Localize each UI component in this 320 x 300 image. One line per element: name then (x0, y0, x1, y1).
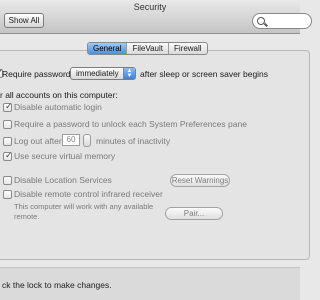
minutes-stepper[interactable] (83, 134, 91, 147)
disable-location-services-checkbox[interactable] (3, 176, 12, 185)
tab-general[interactable]: General (88, 43, 128, 54)
disable-auto-login-checkbox[interactable] (3, 101, 13, 112)
disable-remote-control-checkbox[interactable] (3, 190, 12, 199)
require-password-popup[interactable]: immediately ▲ ▼ (70, 67, 136, 80)
secure-virtual-memory-checkbox[interactable] (3, 150, 13, 161)
tab-bar: General FileVault Firewall (87, 42, 208, 55)
require-password-label: Require password (2, 69, 71, 79)
tab-filevault[interactable]: FileVault (127, 43, 169, 54)
log-out-minutes-field[interactable]: 60 (62, 134, 80, 146)
show-all-button[interactable]: Show All (4, 13, 44, 28)
tab-firewall[interactable]: Firewall (169, 43, 207, 54)
require-pane-password-label: Require a password to unlock each System… (14, 119, 247, 129)
popup-arrows-icon: ▲ ▼ (123, 68, 135, 79)
reset-warnings-button[interactable]: Reset Warnings (170, 174, 230, 187)
disable-location-services-label: Disable Location Services (14, 175, 112, 185)
log-out-after-suffix: minutes of inactivity (96, 136, 171, 146)
log-out-after-checkbox[interactable] (3, 137, 12, 146)
window-titlebar: Security Show All (0, 0, 312, 34)
require-password-suffix: after sleep or screen saver begins (140, 69, 269, 79)
lock-hint: ck the lock to make changes. (2, 280, 112, 290)
require-password-value: immediately (76, 69, 119, 78)
remote-note-line1: This computer will work with any availab… (14, 202, 154, 211)
all-accounts-header: r all accounts on this computer: (0, 90, 118, 100)
pair-button[interactable]: Pair... (165, 207, 223, 220)
preferences-content: General FileVault Firewall Require passw… (0, 35, 310, 266)
secure-virtual-memory-label: Use secure virtual memory (14, 151, 116, 161)
disable-auto-login-label: Disable automatic login (14, 102, 102, 112)
search-field[interactable] (252, 13, 312, 29)
window-title: Security (133, 2, 167, 12)
search-icon (257, 17, 265, 25)
remote-note-line2: remote. (14, 212, 40, 221)
disable-remote-control-label: Disable remote control infrared receiver (14, 189, 163, 199)
footer-bar: ck the lock to make changes. (0, 267, 300, 300)
require-pane-password-checkbox[interactable] (3, 120, 12, 129)
log-out-after-label: Log out after (14, 136, 62, 146)
